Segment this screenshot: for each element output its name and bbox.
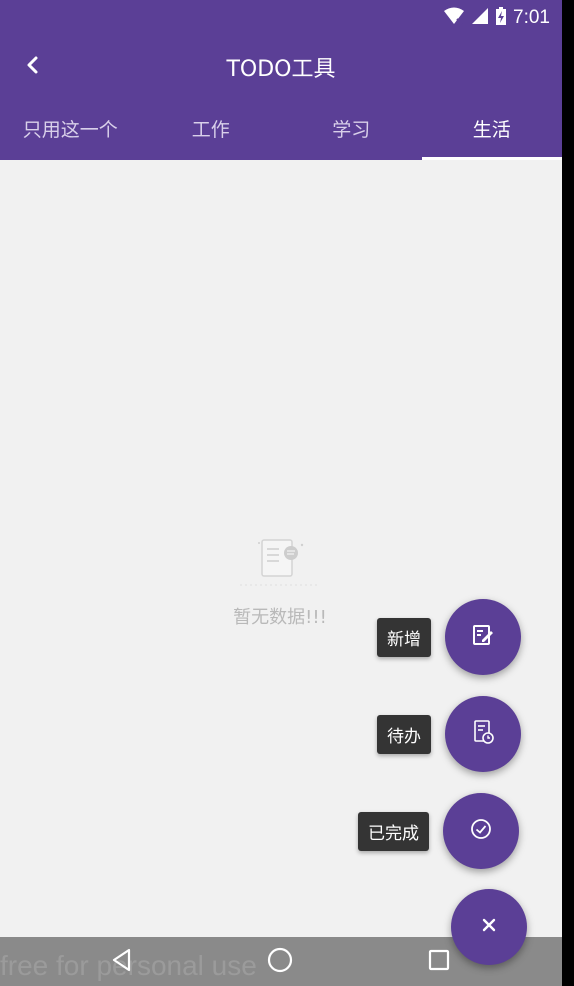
fab-add-label[interactable]: 新增: [377, 617, 431, 657]
signal-icon: [471, 7, 489, 29]
close-fab-button[interactable]: [451, 889, 527, 965]
completed-button[interactable]: [443, 793, 519, 869]
status-bar: 7:01: [0, 0, 562, 38]
nav-back-button[interactable]: [104, 945, 140, 979]
check-circle-icon: [469, 817, 493, 845]
fab-pending-row: 待办: [377, 696, 521, 772]
page-title: TODO工具: [226, 57, 336, 82]
tab-study[interactable]: 学习: [281, 96, 422, 160]
screen-edge: [562, 0, 574, 986]
nav-recents-button[interactable]: [421, 945, 457, 979]
fab-add-row: 新增: [377, 599, 521, 675]
tab-work[interactable]: 工作: [141, 96, 282, 160]
tab-bar: 只用这一个 工作 学习 生活: [0, 96, 562, 160]
battery-charging-icon: [495, 6, 507, 30]
square-recents-icon: [427, 948, 451, 976]
app-screen: 7:01 TODO工具 只用这一个 工作 学习 生活 暂无数据!!! 新增 待办…: [0, 0, 562, 986]
fab-completed-label[interactable]: 已完成: [358, 811, 429, 851]
status-time: 7:01: [513, 7, 550, 28]
tab-only-this-one[interactable]: 只用这一个: [0, 96, 141, 160]
pending-clock-icon: [471, 719, 495, 749]
fab-pending-label[interactable]: 待办: [377, 714, 431, 754]
app-bar: TODO工具: [0, 38, 562, 96]
fab-completed-row: 已完成: [358, 793, 519, 869]
nav-home-button[interactable]: [262, 945, 298, 979]
edit-note-icon: [471, 623, 495, 651]
tab-life[interactable]: 生活: [421, 96, 563, 160]
empty-state: 暂无数据!!!: [210, 535, 350, 629]
pending-button[interactable]: [445, 696, 521, 772]
empty-state-text: 暂无数据!!!: [233, 607, 327, 628]
wifi-icon: [443, 7, 465, 29]
add-button[interactable]: [445, 599, 521, 675]
triangle-back-icon: [109, 947, 135, 977]
close-icon: [480, 916, 498, 938]
empty-document-icon: [210, 535, 350, 593]
circle-home-icon: [266, 946, 294, 978]
